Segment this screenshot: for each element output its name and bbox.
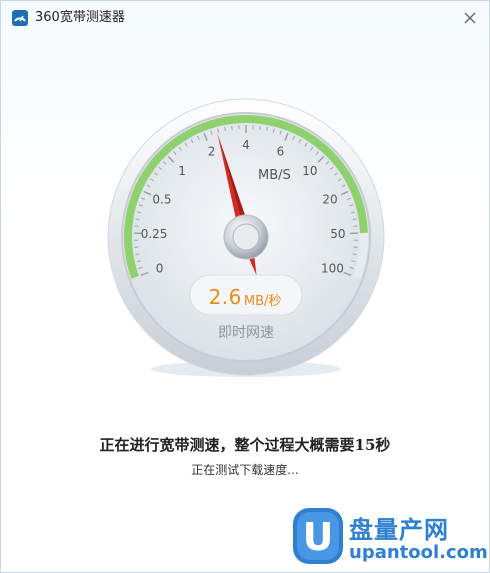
gauge-scale-label: 0.5 [152,193,171,207]
watermark: U 盘量产网 upantool.com [291,506,488,568]
watermark-text-en: upantool.com [349,542,488,563]
360-logo-icon [11,9,29,27]
watermark-text-cn: 盘量产网 [349,516,449,544]
status-detail: 正在测试下载速度... [191,463,299,477]
gauge-tick [259,125,261,130]
speed-value: 2.6 [208,285,242,309]
window-title: 360宽带测速器 [35,10,125,25]
speedtest-window: 360宽带测速器 0 0.25 0.5 1 2 4 6 10 20 50 100… [0,0,490,573]
gauge-unit-label: MB/S [258,168,291,183]
gauge-scale-label: 10 [302,164,317,178]
gauge-tick [352,218,357,220]
gauge-scale-label: 0.25 [141,227,168,241]
gauge-scale-label: 0 [156,261,164,275]
needle-hub-center [232,223,260,251]
u-logo-letter: U [303,515,334,559]
close-button[interactable] [461,9,479,27]
close-icon [464,12,476,24]
gauge-scale-label: 100 [321,261,344,275]
gauge-tick [352,253,357,256]
gauge-tick [135,218,140,220]
title-bar: 360宽带测速器 [1,1,489,35]
gauge-scale-label: 50 [330,227,345,241]
gauge-scale-label: 4 [242,138,250,152]
status-message: 正在进行宽带测速，整个过程大概需要15秒 [99,436,391,454]
gauge-scale-label: 1 [178,164,186,178]
gauge-scale-label: 6 [277,145,285,159]
speed-unit: MB/秒 [243,293,282,309]
instant-speed-label: 即时网速 [218,325,274,341]
gauge-scale-label: 20 [322,193,337,207]
gauge-scale-label: 2 [208,145,216,159]
u-logo-icon: U [293,508,343,564]
gauge-tick [231,125,233,130]
speed-readout: 2.6 MB/秒 [191,277,299,317]
gauge-tick [135,253,140,256]
